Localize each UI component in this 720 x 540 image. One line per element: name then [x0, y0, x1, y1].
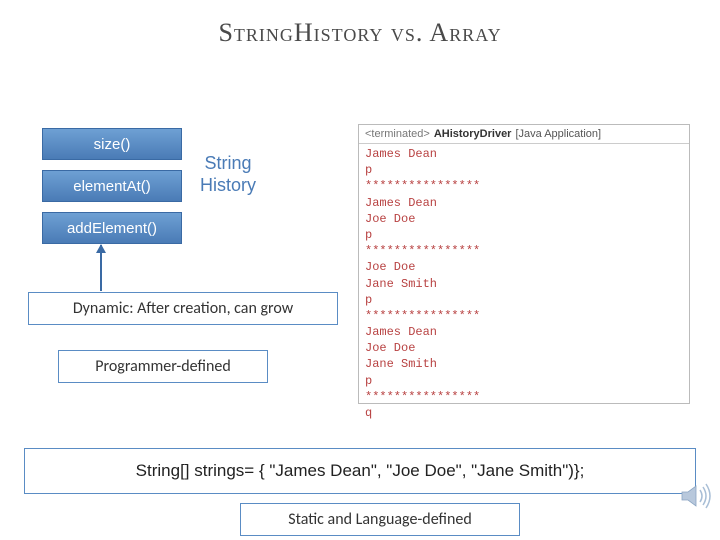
string-history-text: String History [200, 153, 256, 195]
method-elementat-box: elementAt() [42, 170, 182, 202]
method-size-box: size() [42, 128, 182, 160]
programmer-defined-text: Programmer-defined [95, 357, 230, 376]
code-line-box: String[] strings= { "James Dean", "Joe D… [24, 448, 696, 494]
programmer-defined-note: Programmer-defined [58, 350, 268, 383]
console-terminated-label: <terminated> [365, 128, 430, 140]
speaker-icon [680, 482, 712, 510]
method-addelement-box: addElement() [42, 212, 182, 244]
method-addelement-label: addElement() [67, 220, 157, 237]
dynamic-note: Dynamic: After creation, can grow [28, 292, 338, 325]
method-elementat-label: elementAt() [73, 178, 151, 195]
console-panel: <terminated> AHistoryDriver [Java Applic… [358, 124, 690, 404]
arrow-up-icon [100, 245, 102, 291]
console-header: <terminated> AHistoryDriver [Java Applic… [359, 125, 689, 144]
static-lang-text: Static and Language-defined [288, 510, 472, 529]
code-line-text: String[] strings= { "James Dean", "Joe D… [136, 461, 585, 480]
console-apptype-label: [Java Application] [515, 128, 601, 140]
static-lang-note: Static and Language-defined [240, 503, 520, 536]
method-size-label: size() [94, 136, 131, 153]
dynamic-note-text: Dynamic: After creation, can grow [73, 299, 293, 318]
console-output: James Dean p **************** James Dean… [359, 144, 689, 423]
string-history-label: String History [200, 153, 256, 196]
console-driver-label: AHistoryDriver [434, 128, 512, 140]
slide-title: StringHistory vs. Array [0, 0, 720, 58]
slide-content: size() elementAt() addElement() String H… [0, 58, 720, 518]
